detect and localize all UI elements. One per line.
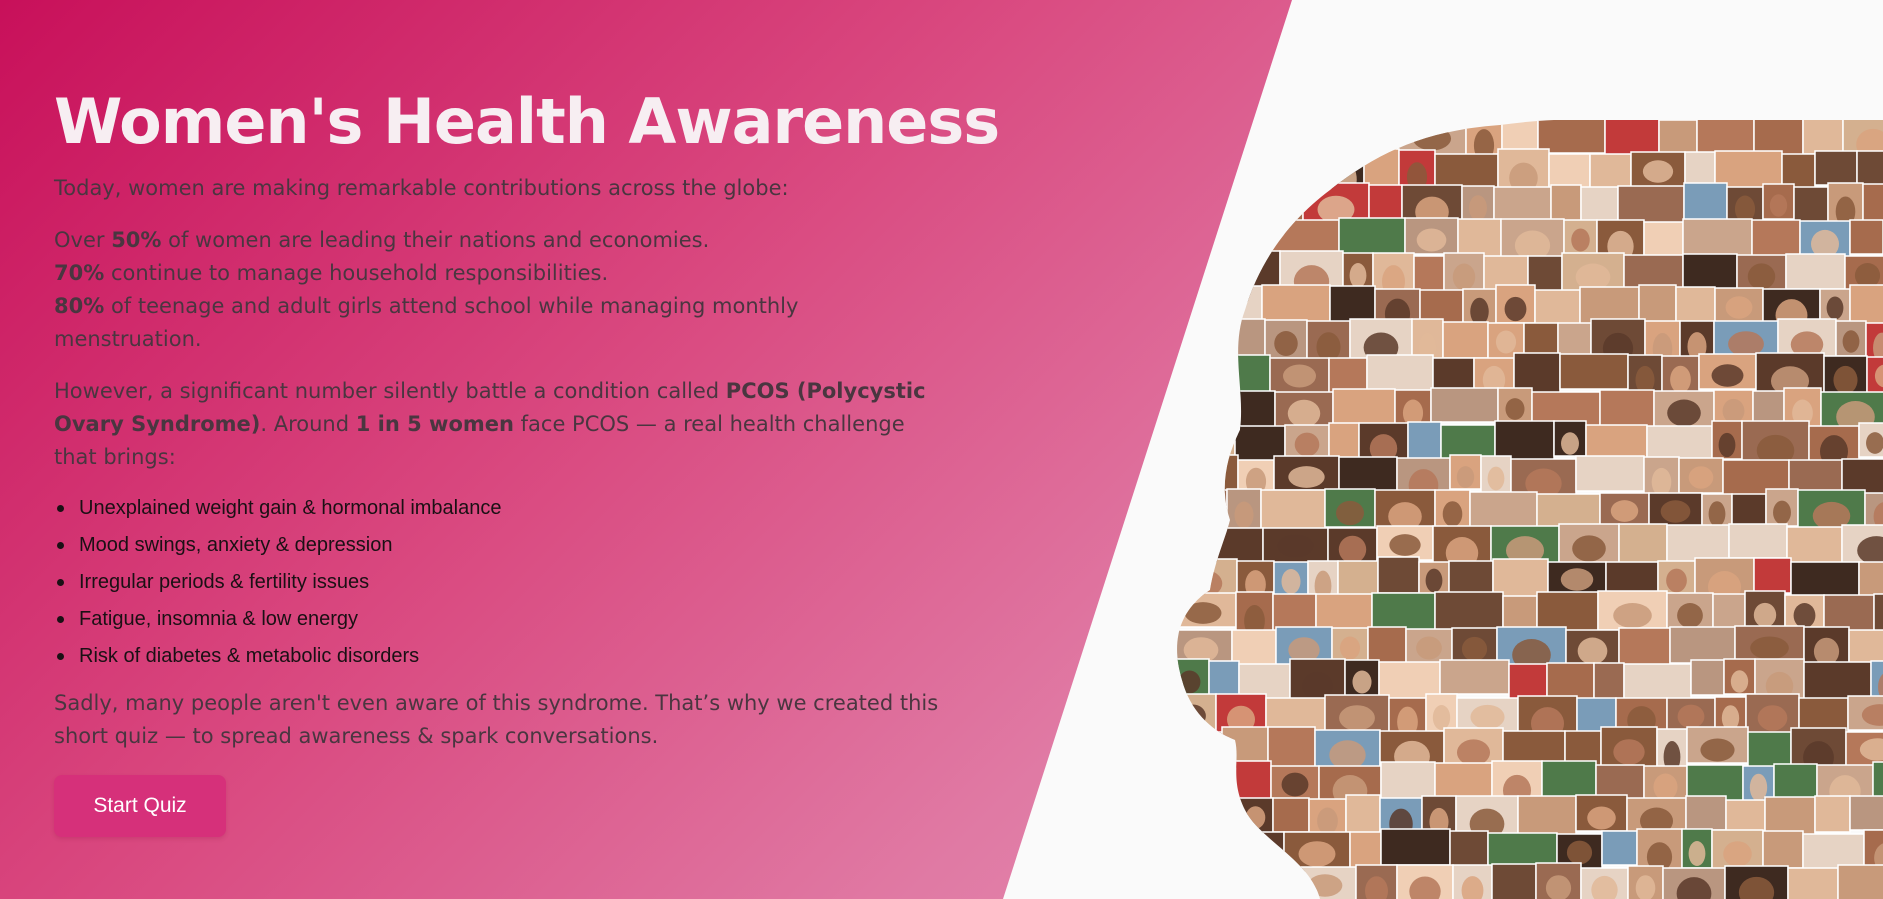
stat-value: 70%	[54, 261, 105, 285]
list-item: Irregular periods & fertility issues	[54, 564, 944, 601]
stats-block: Over 50% of women are leading their nati…	[54, 224, 944, 356]
page-title: Women's Health Awareness	[54, 85, 1000, 158]
stat-value: 80%	[54, 294, 105, 318]
symptoms-list: Unexplained weight gain & hormonal imbal…	[54, 490, 944, 675]
closing-text: Sadly, many people aren't even aware of …	[54, 691, 939, 748]
pcos-paragraph: However, a significant number silently b…	[54, 379, 926, 469]
list-item: Fatigue, insomnia & low energy	[54, 601, 944, 638]
stat-value: 50%	[111, 228, 162, 252]
head-silhouette-collage	[1177, 120, 1883, 899]
hero-content: Women's Health Awareness Today, women ar…	[54, 82, 1000, 837]
stat-line: Over 50% of women are leading their nati…	[54, 228, 710, 252]
list-item: Unexplained weight gain & hormonal imbal…	[54, 490, 944, 527]
stat-line: 70% continue to manage household respons…	[54, 261, 609, 285]
faces-collage-image	[1170, 120, 1883, 899]
list-item: Mood swings, anxiety & depression	[54, 527, 944, 564]
intro-text: Today, women are making remarkable contr…	[54, 176, 789, 200]
stat-line: 80% of teenage and adult girls attend sc…	[54, 294, 799, 351]
start-quiz-button[interactable]: Start Quiz	[54, 775, 226, 837]
list-item: Risk of diabetes & metabolic disorders	[54, 638, 944, 675]
pcos-ratio: 1 in 5 women	[355, 412, 514, 436]
